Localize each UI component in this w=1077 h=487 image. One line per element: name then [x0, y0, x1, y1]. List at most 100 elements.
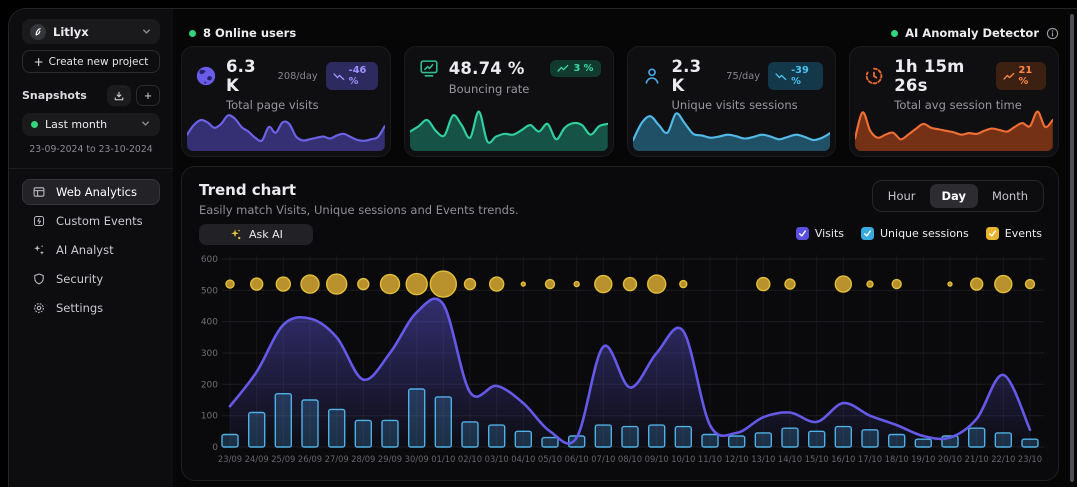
svg-text:21/10: 21/10	[965, 454, 989, 464]
sidebar-item-ai-analyst[interactable]: AI Analyst	[22, 237, 160, 263]
snapshot-selected: Last month	[45, 118, 133, 131]
svg-text:400: 400	[201, 318, 218, 328]
timer-icon	[862, 65, 886, 87]
svg-text:06/10: 06/10	[565, 454, 589, 464]
svg-text:11/10: 11/10	[698, 454, 722, 464]
legend-label: Visits	[815, 227, 844, 240]
sidebar-item-custom-events[interactable]: Custom Events	[22, 208, 160, 234]
green-dot-icon	[189, 30, 196, 37]
chevron-down-icon	[141, 22, 152, 41]
svg-text:04/10: 04/10	[511, 454, 535, 464]
trend-badge: 21 %	[996, 62, 1046, 90]
event-icon	[31, 214, 47, 228]
badge-value: 3 %	[573, 63, 593, 74]
sidebar-nav: Web Analytics Custom Events AI Analyst Secu…	[22, 179, 160, 321]
checkbox-icon[interactable]	[986, 227, 999, 240]
ask-ai-button[interactable]: Ask AI	[199, 224, 313, 245]
svg-text:17/10: 17/10	[858, 454, 882, 464]
svg-text:100: 100	[201, 412, 218, 422]
svg-text:23/09: 23/09	[218, 454, 242, 464]
svg-text:13/10: 13/10	[751, 454, 775, 464]
trend-badge: -39 %	[768, 62, 823, 90]
svg-text:24/09: 24/09	[245, 454, 269, 464]
info-icon[interactable]	[1046, 27, 1059, 40]
sparkles-icon	[31, 243, 47, 257]
sparkline-chart	[633, 101, 831, 151]
badge-value: 21 %	[1019, 65, 1039, 87]
legend-item-unique-sessions[interactable]: Unique sessions	[861, 227, 969, 240]
ai-anomaly-detector: AI Anomaly Detector	[891, 26, 1059, 40]
trend-title: Trend chart	[199, 181, 296, 199]
sparkline-chart	[855, 101, 1053, 151]
sidebar-item-settings[interactable]: Settings	[22, 295, 160, 321]
sparkle-icon	[229, 228, 242, 241]
legend-label: Events	[1005, 227, 1042, 240]
shield-icon	[31, 272, 47, 286]
stat-cards-row: 6.3 K208/day-46 %Total page visits48.74 …	[181, 46, 1059, 157]
export-snapshot-button[interactable]	[107, 85, 131, 106]
snapshot-selector[interactable]: Last month	[22, 113, 160, 136]
badge-value: -39 %	[791, 65, 816, 87]
trend-down-icon	[775, 72, 787, 81]
svg-text:05/10: 05/10	[538, 454, 562, 464]
svg-text:600: 600	[201, 255, 218, 265]
project-name: Litlyx	[53, 25, 134, 39]
project-selector[interactable]: Litlyx	[22, 19, 160, 44]
svg-text:10/10: 10/10	[671, 454, 695, 464]
app-window: Litlyx + Create new project Snapshots + …	[8, 8, 1077, 487]
svg-text:20/10: 20/10	[938, 454, 962, 464]
svg-text:29/09: 29/09	[378, 454, 402, 464]
trend-down-icon	[333, 72, 345, 81]
badge-value: -46 %	[349, 65, 371, 87]
checkbox-icon[interactable]	[796, 227, 809, 240]
add-snapshot-button[interactable]: +	[136, 85, 160, 106]
svg-text:12/10: 12/10	[725, 454, 749, 464]
scrollbar[interactable]	[1070, 14, 1074, 482]
checkbox-icon[interactable]	[861, 227, 874, 240]
legend-item-events[interactable]: Events	[986, 227, 1042, 240]
trend-chart[interactable]: 010020030040050060023/0924/0925/0926/092…	[192, 251, 1048, 476]
globe-icon	[194, 65, 218, 87]
chart-legend: Visits Unique sessions Events	[796, 227, 1042, 240]
svg-text:02/10: 02/10	[458, 454, 482, 464]
svg-text:09/10: 09/10	[645, 454, 669, 464]
tab-day[interactable]: Day	[930, 184, 978, 208]
tab-hour[interactable]: Hour	[876, 184, 928, 208]
sidebar-item-label: Settings	[56, 301, 103, 315]
trend-chart-panel: Trend chart Easily match Visits, Unique …	[181, 166, 1059, 481]
svg-text:07/10: 07/10	[591, 454, 615, 464]
svg-text:500: 500	[201, 286, 218, 296]
stat-value: 1h 15m 26s	[894, 57, 987, 95]
green-dot-icon	[891, 30, 898, 37]
svg-text:16/10: 16/10	[831, 454, 855, 464]
sidebar-item-label: Custom Events	[56, 214, 143, 228]
create-project-button[interactable]: + Create new project	[22, 50, 160, 73]
screen-icon	[417, 57, 441, 79]
chevron-down-icon	[140, 118, 151, 132]
green-dot-icon	[31, 121, 38, 128]
sidebar-item-label: Web Analytics	[56, 185, 137, 199]
legend-item-visits[interactable]: Visits	[796, 227, 844, 240]
trend-up-icon	[1003, 72, 1015, 81]
svg-text:19/10: 19/10	[911, 454, 935, 464]
online-users: 8 Online users	[189, 26, 296, 40]
svg-text:08/10: 08/10	[618, 454, 642, 464]
sidebar-item-label: Security	[56, 272, 103, 286]
stat-card-total-page-visits: 6.3 K208/day-46 %Total page visits	[181, 46, 391, 157]
svg-text:200: 200	[201, 380, 218, 390]
range-tabs: HourDayMonth	[872, 180, 1044, 212]
stat-per-day: 75/day	[726, 71, 760, 82]
svg-text:300: 300	[201, 349, 218, 359]
stat-label: Bouncing rate	[449, 82, 601, 96]
stat-per-day: 208/day	[278, 71, 318, 82]
sidebar-item-web-analytics[interactable]: Web Analytics	[22, 179, 160, 205]
trend-badge: -46 %	[326, 62, 378, 90]
svg-text:26/09: 26/09	[298, 454, 322, 464]
sparkline-chart	[410, 101, 608, 151]
snapshots-label: Snapshots	[22, 89, 87, 102]
svg-text:25/09: 25/09	[271, 454, 295, 464]
svg-text:23/10: 23/10	[1018, 454, 1042, 464]
sidebar-item-security[interactable]: Security	[22, 266, 160, 292]
stat-value: 6.3 K	[226, 57, 266, 95]
tab-month[interactable]: Month	[980, 184, 1040, 208]
